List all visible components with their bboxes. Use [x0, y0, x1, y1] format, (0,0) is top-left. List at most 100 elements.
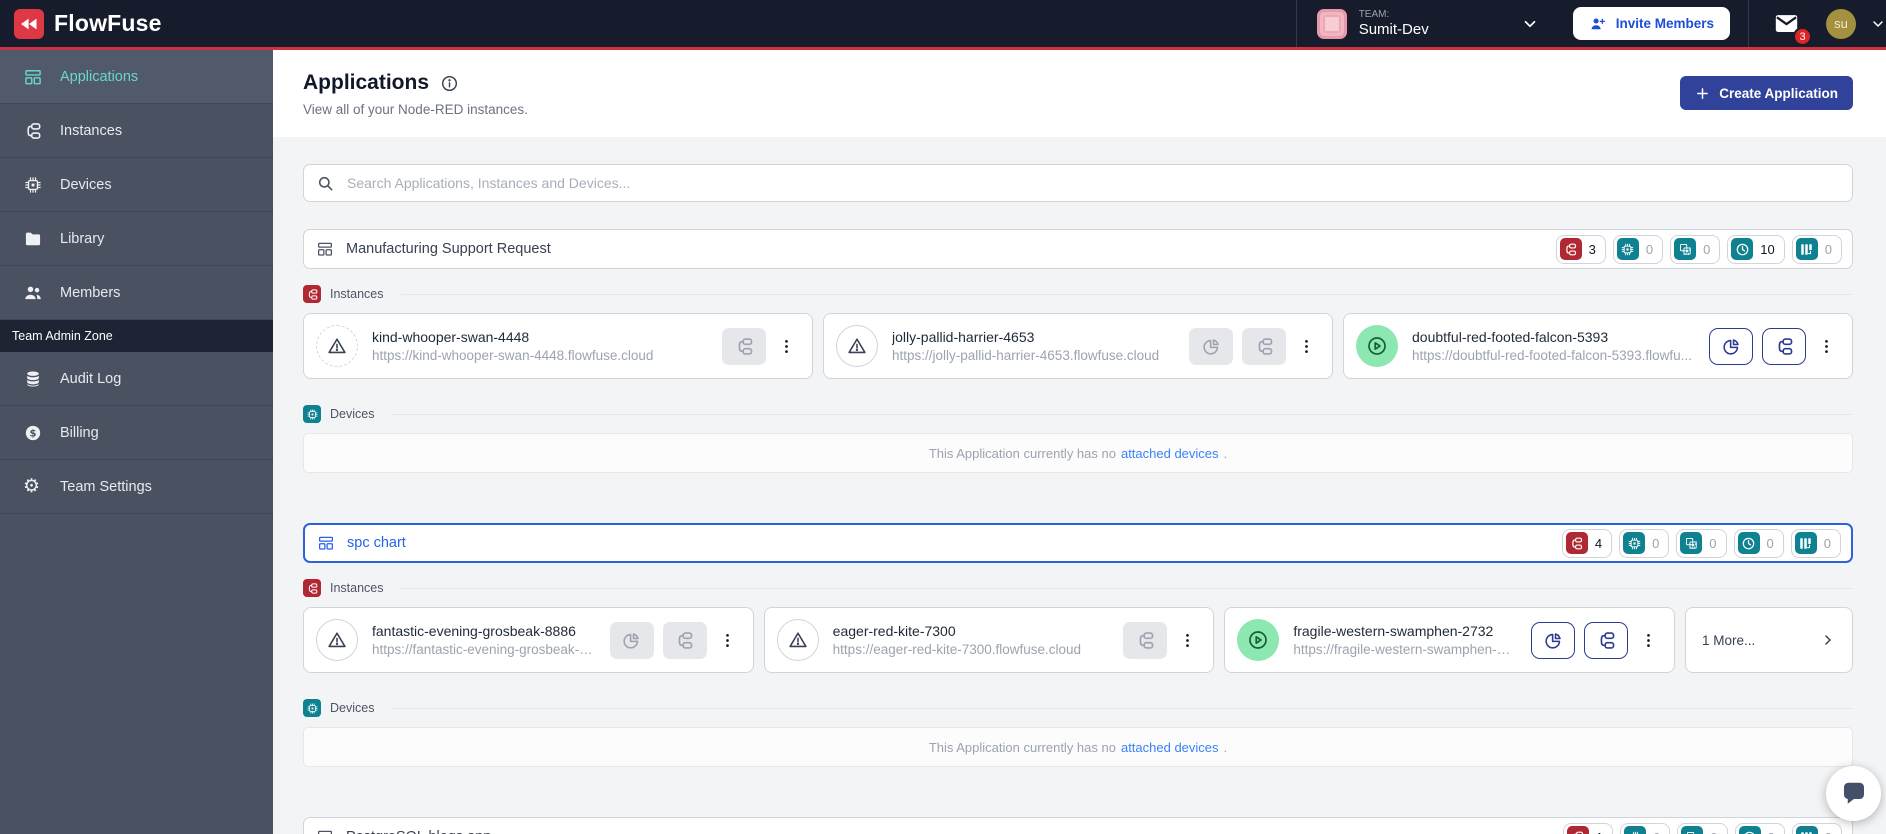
kebab-menu-button[interactable] — [1176, 631, 1199, 650]
instance-card[interactable]: fragile-western-swamphen-2732 https://fr… — [1224, 607, 1676, 673]
application-pipelines-badge[interactable]: 0 — [1791, 822, 1842, 834]
application-header[interactable]: PostgreSQL blogs app 1 0 0 0 0 — [303, 817, 1853, 834]
create-application-label: Create Application — [1719, 85, 1838, 101]
instance-name: kind-whooper-swan-4448 — [372, 329, 530, 345]
notifications-button[interactable]: 3 — [1749, 10, 1826, 46]
open-editor-button[interactable] — [1762, 327, 1806, 365]
application-instances-badge[interactable]: 1 — [1562, 822, 1614, 834]
clock-icon — [1738, 826, 1761, 834]
application-devices-badge[interactable]: 0 — [1619, 528, 1670, 558]
open-editor-button[interactable] — [1242, 327, 1286, 365]
team-label: TEAM: — [1358, 9, 1390, 21]
application-devices-badge[interactable]: 0 — [1612, 234, 1664, 264]
more-instances-card[interactable]: 1 More... — [1685, 607, 1854, 673]
kebab-menu-button[interactable] — [1637, 631, 1660, 650]
application-device-group-badge[interactable]: 0 — [1676, 528, 1727, 558]
sidebar-item-devices[interactable]: Devices — [0, 158, 273, 212]
open-editor-button[interactable] — [1123, 621, 1168, 659]
open-dashboard-button[interactable] — [1709, 327, 1753, 365]
sidebar-item-library[interactable]: Library — [0, 212, 273, 266]
info-icon[interactable] — [440, 74, 459, 93]
status-running-icon — [1237, 619, 1280, 661]
application-clock-badge[interactable]: 0 — [1733, 528, 1784, 558]
instance-card[interactable]: eager-red-kite-7300 https://eager-red-ki… — [763, 607, 1215, 673]
kebab-menu-button[interactable] — [716, 631, 739, 650]
instances-section-label: Instances — [303, 285, 1853, 303]
application-instances-badge[interactable]: 4 — [1561, 528, 1613, 558]
open-editor-button[interactable] — [662, 621, 707, 659]
instance-name: fragile-western-swamphen-2732 — [1293, 623, 1494, 639]
gear-icon: ⚙ — [23, 475, 41, 497]
instance-name: jolly-pallid-harrier-4653 — [892, 329, 1035, 345]
sidebar-item-team-settings[interactable]: ⚙ Team Settings — [0, 460, 273, 514]
top-navbar: FlowFuse TEAM: Sumit-Dev Invite Members … — [0, 0, 1886, 50]
open-editor-button[interactable] — [1584, 621, 1629, 659]
kebab-menu-button[interactable] — [1815, 337, 1838, 356]
section-label-text: Devices — [330, 407, 375, 421]
pipelines-icon — [1794, 532, 1817, 554]
team-admin-zone-label: Team Admin Zone — [0, 320, 273, 352]
chat-widget-button[interactable] — [1826, 766, 1881, 821]
devices-empty-text: This Application currently has no — [928, 445, 1116, 461]
badge-count: 0 — [1709, 535, 1717, 551]
attached-devices-link[interactable]: attached devices — [1121, 446, 1219, 461]
team-selector[interactable]: TEAM: Sumit-Dev — [1297, 0, 1555, 47]
instance-info: doubtful-red-footed-falcon-5393 https://… — [1412, 329, 1695, 363]
instance-url: https://kind-whooper-swan-4448.flowfuse.… — [372, 348, 654, 363]
open-editor-button[interactable] — [722, 327, 766, 365]
invite-members-button[interactable]: Invite Members — [1572, 7, 1730, 40]
application-icon — [317, 534, 335, 552]
kebab-menu-button[interactable] — [1295, 337, 1318, 356]
user-avatar[interactable]: su — [1826, 8, 1856, 39]
devices-empty-period: . — [1223, 739, 1228, 755]
badge-count: 0 — [1824, 241, 1832, 257]
instance-card[interactable]: kind-whooper-swan-4448 https://kind-whoo… — [303, 313, 813, 379]
pipelines-icon — [1795, 238, 1818, 260]
sidebar-item-label: Instances — [60, 122, 123, 139]
sidebar-item-label: Library — [60, 230, 105, 247]
chat-bubble-icon — [1839, 779, 1869, 809]
badge-count: 0 — [1652, 535, 1660, 551]
sidebar-item-billing[interactable]: $ Billing — [0, 406, 273, 460]
application-device-group-badge[interactable]: 0 — [1670, 234, 1721, 264]
application-clock-badge[interactable]: 0 — [1734, 822, 1785, 834]
sidebar-item-instances[interactable]: Instances — [0, 104, 273, 158]
instance-actions — [609, 621, 739, 659]
application-badges: 4 0 0 0 0 — [1561, 528, 1841, 558]
instance-name: doubtful-red-footed-falcon-5393 — [1412, 329, 1609, 345]
instance-card[interactable]: fantastic-evening-grosbeak-8886 https://… — [303, 607, 754, 673]
brand[interactable]: FlowFuse — [14, 8, 162, 39]
instance-url: https://eager-red-kite-7300.flowfuse.clo… — [832, 642, 1082, 657]
search-input[interactable] — [345, 174, 1840, 192]
application-badges: 3 0 0 10 0 — [1555, 234, 1842, 264]
section-divider — [400, 587, 1853, 589]
application-device-group-badge[interactable]: 0 — [1677, 822, 1728, 834]
application-devices-badge[interactable]: 0 — [1620, 822, 1671, 834]
application-pipelines-badge[interactable]: 0 — [1791, 234, 1842, 264]
instance-url: https://fantastic-evening-grosbeak-8886.… — [372, 642, 596, 657]
chevron-down-icon[interactable] — [1870, 15, 1886, 33]
status-warning-icon — [316, 325, 358, 367]
open-dashboard-button[interactable] — [1189, 327, 1233, 365]
section-divider — [391, 707, 1853, 709]
open-dashboard-button[interactable] — [609, 621, 654, 659]
sidebar-item-audit-log[interactable]: Audit Log — [0, 352, 273, 406]
application-header[interactable]: Manufacturing Support Request 3 0 0 10 0 — [303, 229, 1853, 269]
sidebar-item-applications[interactable]: Applications — [0, 50, 273, 104]
user-plus-icon — [1589, 15, 1607, 33]
application-instances-badge[interactable]: 3 — [1555, 234, 1606, 264]
instance-card[interactable]: doubtful-red-footed-falcon-5393 https://… — [1343, 313, 1853, 379]
attached-devices-link[interactable]: attached devices — [1121, 740, 1219, 755]
instance-info: kind-whooper-swan-4448 https://kind-whoo… — [372, 329, 708, 363]
sidebar-item-members[interactable]: Members — [0, 266, 273, 320]
instance-card[interactable]: jolly-pallid-harrier-4653 https://jolly-… — [823, 313, 1333, 379]
application-pipelines-badge[interactable]: 0 — [1790, 528, 1841, 558]
application-clock-badge[interactable]: 10 — [1727, 234, 1785, 264]
devices-icon — [303, 405, 321, 423]
kebab-menu-button[interactable] — [775, 337, 798, 356]
devices-empty-state: This Application currently has no attach… — [303, 727, 1853, 767]
create-application-button[interactable]: Create Application — [1680, 76, 1853, 110]
billing-icon: $ — [23, 423, 43, 443]
application-header[interactable]: spc chart 4 0 0 0 0 — [303, 523, 1853, 563]
open-dashboard-button[interactable] — [1531, 621, 1576, 659]
